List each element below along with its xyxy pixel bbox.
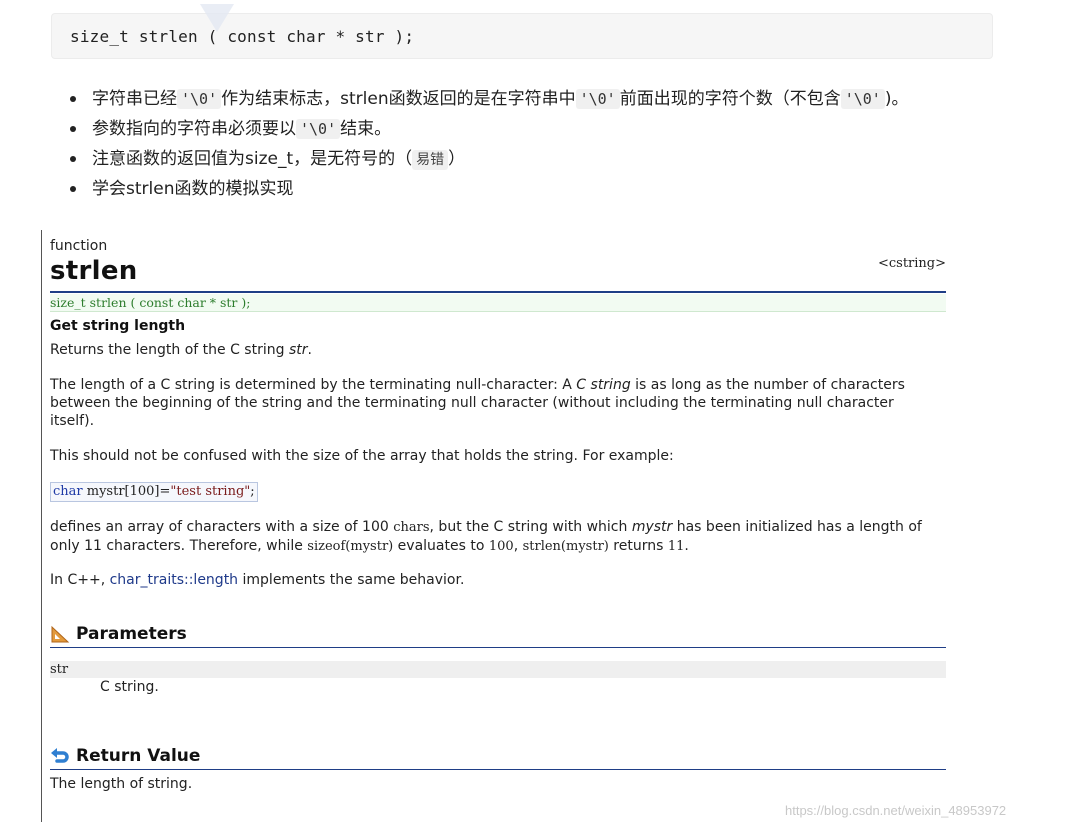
return-arrow-icon [51, 748, 69, 763]
reference-left-border [41, 230, 42, 822]
description-paragraph: The length of a C string is determined b… [50, 377, 905, 429]
return-value-description: The length of string. [50, 776, 193, 792]
list-item: 注意函数的返回值为size_t，是无符号的（ 易错） [68, 146, 908, 176]
parameter-name: str [50, 661, 946, 678]
header-name: <cstring> [877, 256, 946, 271]
list-item: 学会strlen函数的模拟实现 [68, 176, 908, 206]
list-item: 参数指向的字符串必须要以 '\0' 结束。 [68, 116, 908, 146]
entry-kind: function [50, 238, 108, 254]
return-value-title: Return Value [76, 746, 201, 766]
char-traits-link[interactable]: char_traits::length [110, 572, 238, 588]
parameters-title: Parameters [76, 624, 187, 644]
title-divider [50, 291, 946, 293]
example-code: char mystr[100]="test string"; [50, 482, 258, 502]
code-prototype-text: size_t strlen ( const char * str ); [70, 27, 415, 46]
description-paragraph: defines an array of characters with a si… [50, 519, 922, 554]
description-paragraph: This should not be confused with the siz… [50, 448, 674, 464]
page-title: strlen [50, 256, 138, 286]
description-paragraph: Returns the length of the C string str. [50, 342, 312, 358]
code-block-prototype: size_t strlen ( const char * str ); [51, 4, 993, 59]
notes-list: 字符串已经 '\0' 作为结束标志，strlen函数返回的是在字符串中 '\0' 前面出… [68, 86, 908, 206]
ruler-triangle-icon [51, 625, 70, 643]
description-paragraph: In C++, char_traits::length implements t… [50, 572, 465, 588]
csdn-watermark: https://blog.csdn.net/weixin_48953972 [785, 803, 1007, 818]
return-value-section-header: Return Value [50, 744, 946, 770]
prototype-line: size_t strlen ( const char * str ); [50, 294, 946, 312]
parameters-section-header: Parameters [50, 622, 946, 648]
list-item: 字符串已经 '\0' 作为结束标志，strlen函数返回的是在字符串中 '\0' 前面出… [68, 86, 908, 116]
parameter-description: C string. [100, 679, 159, 695]
brief-heading: Get string length [50, 318, 186, 334]
